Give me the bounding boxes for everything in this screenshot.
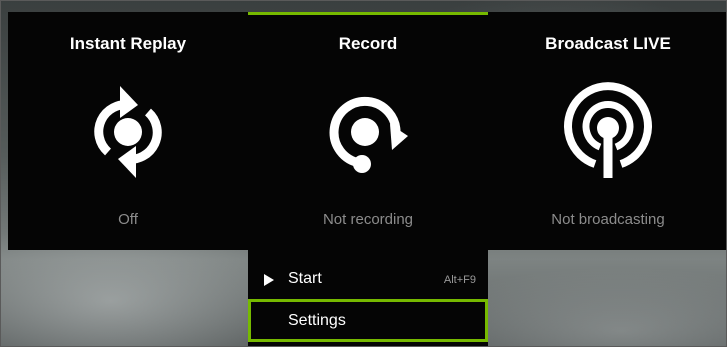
broadcast-icon: [564, 82, 652, 178]
record-status: Not recording: [322, 211, 414, 228]
instant-replay-icon: [94, 86, 162, 178]
broadcast-status: Not broadcasting: [551, 211, 665, 228]
start-recording-menu-item[interactable]: Start Alt+F9: [248, 262, 488, 300]
record-title: Record: [338, 34, 398, 53]
instant-replay-status: Off: [118, 211, 138, 228]
settings-menu-item[interactable]: Settings: [248, 299, 488, 342]
instant-replay-panel[interactable]: Instant Replay Off: [8, 12, 248, 250]
settings-label: Settings: [288, 312, 346, 329]
share-overlay: Instant Replay Off Record Not recording …: [0, 0, 727, 347]
play-icon: [264, 274, 274, 286]
broadcast-title: Broadcast LIVE: [545, 34, 671, 53]
broadcast-live-panel[interactable]: Broadcast LIVE Not broadcasting: [488, 12, 726, 250]
start-label: Start: [288, 270, 322, 287]
start-shortcut: Alt+F9: [443, 274, 476, 286]
record-panel[interactable]: Record Not recording Start Alt+F9 Settin…: [248, 12, 488, 346]
instant-replay-title: Instant Replay: [69, 34, 187, 53]
record-icon: [329, 96, 408, 173]
